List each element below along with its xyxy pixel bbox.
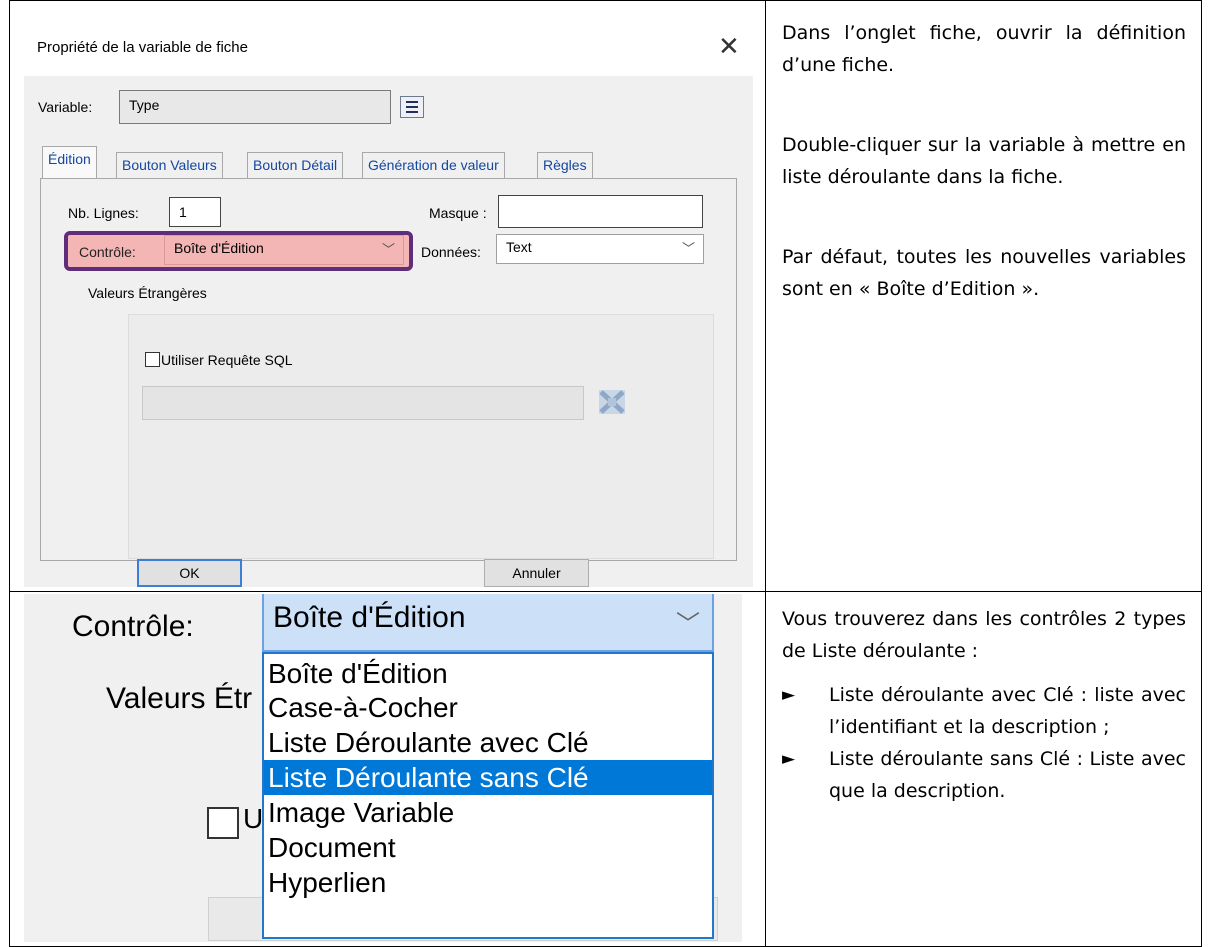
zoom-valeurs-partial-label: Valeurs Étr — [106, 682, 253, 715]
variable-label: Variable: — [38, 99, 93, 115]
tab-generation-valeur[interactable]: Génération de valeur — [362, 152, 505, 178]
tab-edition-label: Édition — [48, 151, 91, 167]
tab-edition[interactable]: Édition — [42, 146, 97, 180]
tab-regles[interactable]: Règles — [537, 152, 593, 178]
option-case-a-cocher[interactable]: Case-à-Cocher — [264, 690, 712, 725]
ok-label: OK — [179, 565, 200, 581]
bullet-text-sans-cle: Liste déroulante sans Clé : Liste avec q… — [829, 748, 1186, 802]
dialog-titlebar: Propriété de la variable de fiche ✕ — [24, 22, 753, 76]
liste-types-bullets: ► Liste déroulante avec Clé : liste avec … — [782, 679, 1186, 807]
bullet-item-avec-cle: ► Liste déroulante avec Clé : liste avec … — [782, 679, 1186, 743]
option-document[interactable]: Document — [264, 830, 712, 865]
instruction-paragraph-3: Par défaut, toutes les nouvelles variabl… — [782, 246, 1186, 300]
option-liste-avec-cle[interactable]: Liste Déroulante avec Clé — [264, 725, 712, 760]
utiliser-sql-label: Utiliser Requête SQL — [161, 352, 293, 368]
option-liste-sans-cle[interactable]: Liste Déroulante sans Clé — [264, 760, 712, 795]
instruction-paragraph-1: Dans l’onglet fiche, ouvrir la définitio… — [782, 22, 1186, 76]
option-hyperlien[interactable]: Hyperlien — [264, 865, 712, 900]
instruction-paragraph-4: Vous trouverez dans les contrôles 2 type… — [782, 608, 1186, 662]
annuler-label: Annuler — [512, 565, 561, 581]
table-border-right — [1201, 0, 1202, 947]
masque-label: Masque : — [429, 205, 487, 221]
utiliser-sql-checkbox[interactable] — [145, 352, 160, 367]
close-icon[interactable]: ✕ — [718, 33, 740, 59]
nb-lignes-value: 1 — [179, 204, 187, 220]
donnees-select[interactable]: Text ﹀ — [496, 234, 704, 264]
table-border-left — [9, 0, 10, 947]
tab-regles-label: Règles — [543, 157, 587, 173]
annuler-button[interactable]: Annuler — [484, 559, 589, 587]
bullet-arrow-icon: ► — [782, 685, 796, 705]
chevron-down-icon: ﹀ — [676, 611, 700, 638]
document-table: Propriété de la variable de fiche ✕ Vari… — [0, 0, 1211, 947]
zoom-checkbox-partial-label: U — [243, 803, 264, 834]
sql-edit-icon[interactable] — [598, 389, 626, 415]
donnees-label: Données: — [421, 244, 481, 260]
bullet-item-sans-cle: ► Liste déroulante sans Clé : Liste avec … — [782, 743, 1186, 807]
masque-field[interactable] — [498, 195, 703, 228]
tab-bouton-detail-label: Bouton Détail — [253, 157, 338, 173]
tab-bouton-detail[interactable]: Bouton Détail — [247, 152, 344, 178]
sql-query-field[interactable] — [142, 386, 584, 420]
variable-field[interactable]: Type — [119, 90, 391, 124]
valeurs-etrangeres-label: Valeurs Étrangères — [88, 285, 207, 301]
option-boite-edition[interactable]: Boîte d'Édition — [264, 656, 712, 691]
table-border-middle — [765, 0, 766, 947]
controle-highlight-frame — [64, 231, 413, 271]
zoom-controle-value: Boîte d'Édition — [273, 601, 466, 634]
dialog-title: Propriété de la variable de fiche — [37, 39, 248, 56]
instruction-paragraph-2: Double-cliquer sur la variable à mettre … — [782, 134, 1186, 188]
tab-bouton-valeurs-label: Bouton Valeurs — [122, 157, 217, 173]
donnees-value: Text — [506, 239, 532, 255]
nb-lignes-label: Nb. Lignes: — [68, 205, 139, 221]
ok-button[interactable]: OK — [137, 559, 242, 587]
zoom-sql-checkbox[interactable] — [207, 807, 239, 839]
tab-generation-valeur-label: Génération de valeur — [368, 157, 499, 173]
nb-lignes-field[interactable]: 1 — [169, 197, 221, 227]
foreign-values-group — [128, 314, 714, 559]
bullet-arrow-icon: ► — [782, 749, 796, 769]
table-border-top — [9, 0, 1202, 1]
chevron-down-icon: ﹀ — [681, 241, 695, 256]
option-image-variable[interactable]: Image Variable — [264, 795, 712, 830]
zoom-controle-label: Contrôle: — [72, 610, 194, 643]
table-border-row — [9, 591, 1202, 592]
variable-property-dialog: Propriété de la variable de fiche ✕ Vari… — [24, 22, 753, 587]
zoom-controle-select[interactable]: Boîte d'Édition ﹀ — [262, 594, 714, 652]
controle-dropdown-zoom: Contrôle: Boîte d'Édition ﹀ Valeurs Étr … — [24, 594, 742, 942]
bullet-text-avec-cle: Liste déroulante avec Clé : liste avec l… — [829, 684, 1186, 738]
list-icon[interactable] — [400, 96, 424, 118]
tab-bouton-valeurs[interactable]: Bouton Valeurs — [116, 152, 223, 178]
variable-value: Type — [129, 97, 160, 113]
controle-options-list: Boîte d'Édition Case-à-Cocher Liste Déro… — [262, 652, 714, 939]
